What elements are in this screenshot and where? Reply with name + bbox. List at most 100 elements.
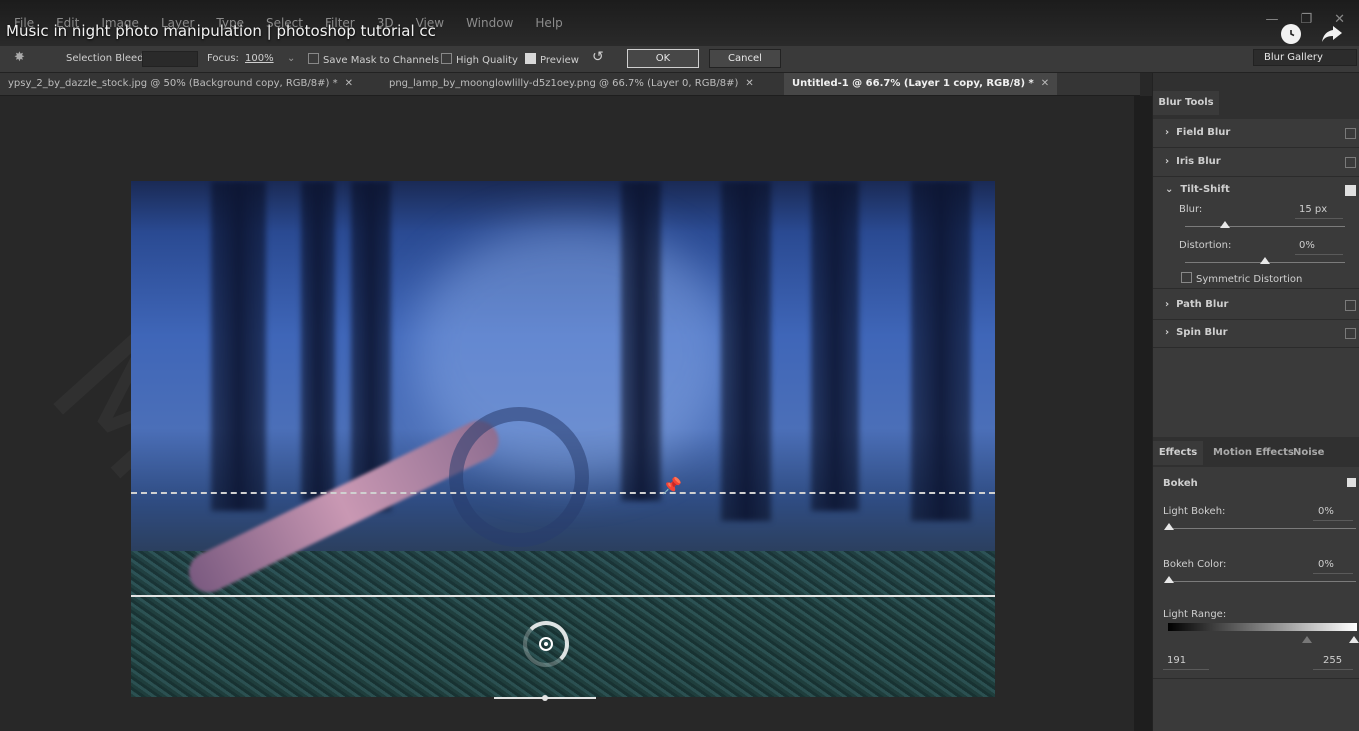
bokeh-label: Bokeh xyxy=(1163,478,1198,489)
tab-lamp[interactable]: png_lamp_by_moonglowlilly-d5z1oey.png @ … xyxy=(381,73,762,95)
menu-window[interactable]: Window xyxy=(466,16,513,30)
tree-trunk xyxy=(621,181,661,501)
light-range-label: Light Range: xyxy=(1163,609,1227,620)
focus-label: Focus: xyxy=(207,53,239,64)
tab-label: Untitled-1 @ 66.7% (Layer 1 copy, RGB/8)… xyxy=(792,78,1034,89)
blur-value-underline xyxy=(1295,218,1343,219)
bokeh-color-underline xyxy=(1313,573,1353,574)
tree-trunk xyxy=(911,181,971,521)
distortion-value[interactable]: 0% xyxy=(1299,240,1315,251)
panel-divider xyxy=(1153,678,1359,679)
preview-checkbox[interactable]: Preview xyxy=(525,53,579,66)
cancel-button[interactable]: Cancel xyxy=(709,49,781,68)
focus-value[interactable]: 100% xyxy=(245,53,274,64)
range-max-value[interactable]: 255 xyxy=(1323,655,1342,666)
tilt-shift-focus-line[interactable] xyxy=(131,595,995,597)
tab-noise[interactable]: Noise xyxy=(1293,441,1324,465)
light-bokeh-underline xyxy=(1313,520,1353,521)
bokeh-color-value[interactable]: 0% xyxy=(1318,559,1334,570)
tab-gypsy[interactable]: ypsy_2_by_dazzle_stock.jpg @ 50% (Backgr… xyxy=(0,73,361,95)
checkbox-icon xyxy=(1181,272,1192,283)
share-icon[interactable] xyxy=(1321,24,1343,48)
blur-slider-thumb[interactable] xyxy=(1220,221,1230,228)
light-bokeh-label: Light Bokeh: xyxy=(1163,506,1226,517)
field-blur-row[interactable]: › Field Blur xyxy=(1153,119,1359,148)
tab-blur-tools[interactable]: Blur Tools xyxy=(1153,91,1219,115)
watch-later-icon[interactable] xyxy=(1281,24,1301,44)
range-max-underline xyxy=(1313,669,1353,670)
light-bokeh-value[interactable]: 0% xyxy=(1318,506,1334,517)
workspace-select[interactable]: Blur Gallery xyxy=(1253,49,1357,66)
checkbox-icon xyxy=(441,53,452,64)
iris-blur-row[interactable]: › Iris Blur xyxy=(1153,148,1359,177)
menu-bar: File Edit Image Layer Type Select Filter… xyxy=(0,0,1359,46)
close-icon[interactable]: ✕ xyxy=(1041,78,1049,89)
blur-value[interactable]: 15 px xyxy=(1299,204,1327,215)
bokeh-checkbox[interactable] xyxy=(1347,478,1356,487)
field-blur-text: Field Blur xyxy=(1176,127,1231,138)
high-quality-checkbox[interactable]: High Quality xyxy=(441,53,518,66)
light-range-gradient[interactable] xyxy=(1168,623,1357,631)
forest-photo[interactable]: 📌 xyxy=(131,181,995,697)
checkbox-checked-icon xyxy=(525,53,536,64)
options-bar: ✸ Selection Bleed: Focus: 100% ⌄ Save Ma… xyxy=(0,46,1359,73)
minimize-icon[interactable]: — xyxy=(1265,12,1278,27)
save-mask-label: Save Mask to Channels xyxy=(323,55,440,66)
blur-label: Blur: xyxy=(1179,204,1203,215)
tree-trunk xyxy=(211,181,266,511)
spin-blur-row[interactable]: › Spin Blur xyxy=(1153,319,1359,348)
tab-effects[interactable]: Effects xyxy=(1153,441,1203,465)
tree-trunk xyxy=(811,181,859,511)
reset-icon[interactable]: ↺ xyxy=(592,49,604,65)
bokeh-color-slider-track[interactable] xyxy=(1169,581,1356,582)
pin-icon[interactable]: 📌 xyxy=(662,476,682,495)
handle-knob[interactable] xyxy=(542,695,548,701)
spin-blur-checkbox[interactable] xyxy=(1345,328,1356,339)
path-blur-row[interactable]: › Path Blur xyxy=(1153,291,1359,320)
spin-blur-text: Spin Blur xyxy=(1176,327,1228,338)
blur-panel: Blur Tools › Field Blur › Iris Blur ⌄ Ti… xyxy=(1152,73,1359,731)
preview-label: Preview xyxy=(540,55,579,66)
tree-trunk xyxy=(721,181,771,521)
distortion-slider-thumb[interactable] xyxy=(1260,257,1270,264)
tilt-shift-feather-line[interactable] xyxy=(131,492,995,494)
selection-bleed-input[interactable] xyxy=(142,51,198,67)
ok-button[interactable]: OK xyxy=(627,49,699,68)
mossy-ground xyxy=(131,551,995,697)
range-min-thumb[interactable] xyxy=(1302,636,1312,643)
field-blur-checkbox[interactable] xyxy=(1345,128,1356,139)
close-icon[interactable]: ✕ xyxy=(345,78,353,89)
light-bokeh-slider-track[interactable] xyxy=(1169,528,1356,529)
blur-amount-dial[interactable] xyxy=(523,621,569,667)
tab-untitled[interactable]: Untitled-1 @ 66.7% (Layer 1 copy, RGB/8)… xyxy=(784,73,1058,95)
tab-label: png_lamp_by_moonglowlilly-d5z1oey.png @ … xyxy=(389,78,739,89)
path-blur-checkbox[interactable] xyxy=(1345,300,1356,311)
tab-motion-effects[interactable]: Motion Effects xyxy=(1213,441,1294,465)
document-tabs: ypsy_2_by_dazzle_stock.jpg @ 50% (Backgr… xyxy=(0,73,1140,96)
symmetric-distortion-label: Symmetric Distortion xyxy=(1196,274,1303,285)
rotation-handle[interactable] xyxy=(494,695,596,701)
range-max-thumb[interactable] xyxy=(1349,636,1359,643)
tree-trunk xyxy=(351,181,391,511)
symmetric-distortion-checkbox[interactable]: Symmetric Distortion xyxy=(1181,272,1302,285)
selection-bleed-label: Selection Bleed: xyxy=(66,53,147,64)
range-min-value[interactable]: 191 xyxy=(1167,655,1186,666)
tilt-shift-label[interactable]: ⌄ Tilt-Shift xyxy=(1165,184,1230,195)
close-icon[interactable]: ✕ xyxy=(745,78,753,89)
tilt-shift-checkbox[interactable] xyxy=(1345,185,1356,196)
iris-blur-checkbox[interactable] xyxy=(1345,157,1356,168)
video-title[interactable]: Music in night photo manipulation | phot… xyxy=(6,22,436,40)
blur-slider-track[interactable] xyxy=(1185,226,1345,227)
workspace-value: Blur Gallery xyxy=(1264,52,1323,63)
pin-tool-icon[interactable]: ✸ xyxy=(14,50,25,65)
bokeh-color-slider-thumb[interactable] xyxy=(1164,576,1174,583)
light-bokeh-slider-thumb[interactable] xyxy=(1164,523,1174,530)
save-mask-checkbox[interactable]: Save Mask to Channels xyxy=(308,53,439,66)
menu-help[interactable]: Help xyxy=(535,16,562,30)
center-pin-icon[interactable] xyxy=(539,637,553,651)
iris-ring-ghost xyxy=(449,407,589,547)
tree-trunk xyxy=(301,181,335,501)
chevron-down-icon: ⌄ xyxy=(1165,184,1181,195)
canvas-scrollbar[interactable] xyxy=(1134,96,1152,731)
chevron-down-icon[interactable]: ⌄ xyxy=(287,53,295,64)
